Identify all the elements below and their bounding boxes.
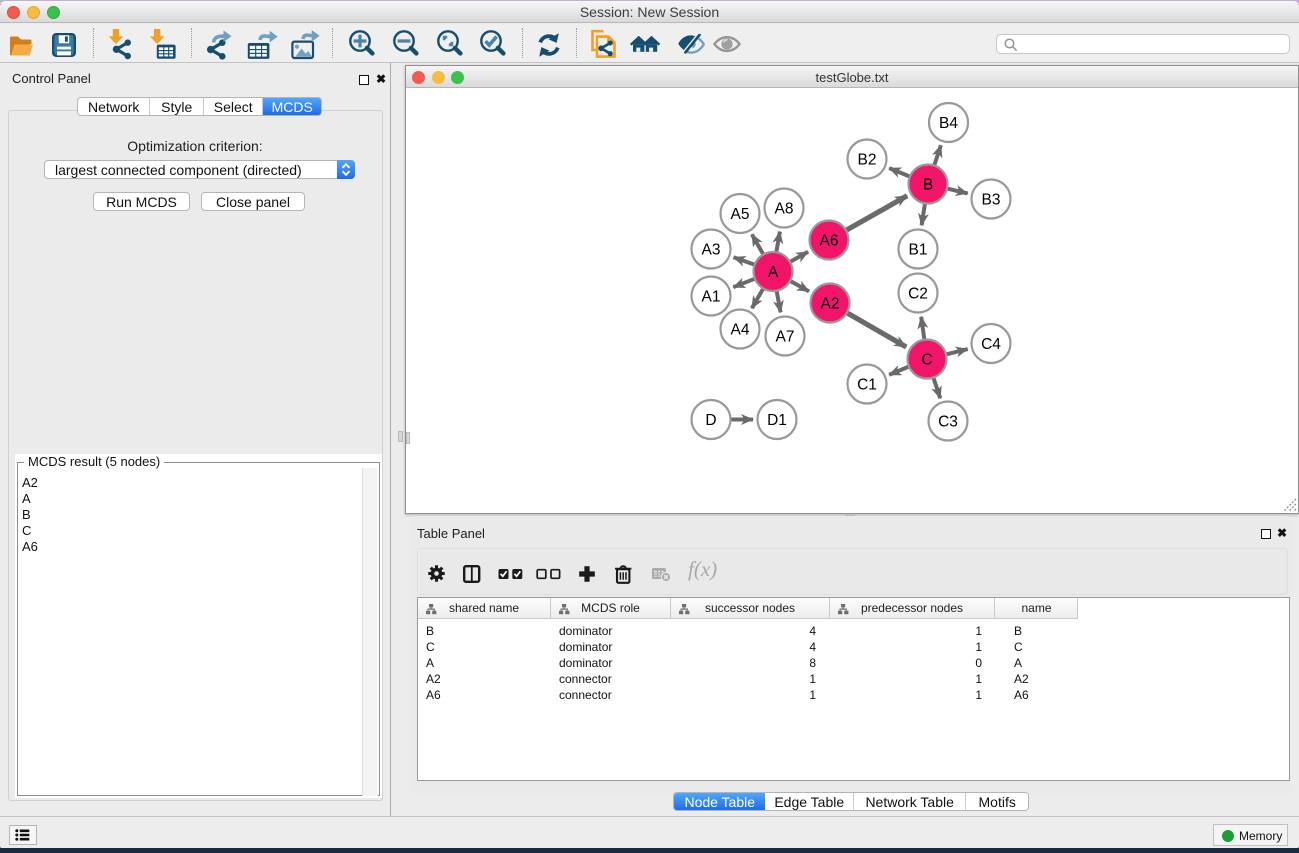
svg-text:A8: A8 bbox=[775, 201, 794, 218]
svg-text:C4: C4 bbox=[981, 336, 1001, 353]
svg-text:A: A bbox=[768, 264, 779, 281]
svg-text:D: D bbox=[705, 412, 716, 429]
svg-text:C: C bbox=[921, 352, 932, 369]
svg-text:A5: A5 bbox=[731, 206, 750, 223]
svg-text:B3: B3 bbox=[982, 192, 1001, 209]
svg-text:B4: B4 bbox=[939, 115, 958, 132]
svg-text:D1: D1 bbox=[767, 412, 787, 429]
svg-text:A3: A3 bbox=[702, 242, 721, 259]
svg-text:A4: A4 bbox=[731, 322, 750, 339]
svg-text:B: B bbox=[923, 177, 933, 194]
svg-text:B1: B1 bbox=[909, 242, 928, 259]
svg-text:A7: A7 bbox=[776, 329, 795, 346]
svg-text:C3: C3 bbox=[938, 414, 958, 431]
svg-text:A6: A6 bbox=[820, 233, 839, 250]
svg-text:A1: A1 bbox=[702, 289, 721, 306]
svg-text:C1: C1 bbox=[857, 377, 877, 394]
svg-text:A2: A2 bbox=[821, 296, 840, 313]
svg-text:B2: B2 bbox=[858, 152, 877, 169]
svg-text:C2: C2 bbox=[908, 286, 928, 303]
